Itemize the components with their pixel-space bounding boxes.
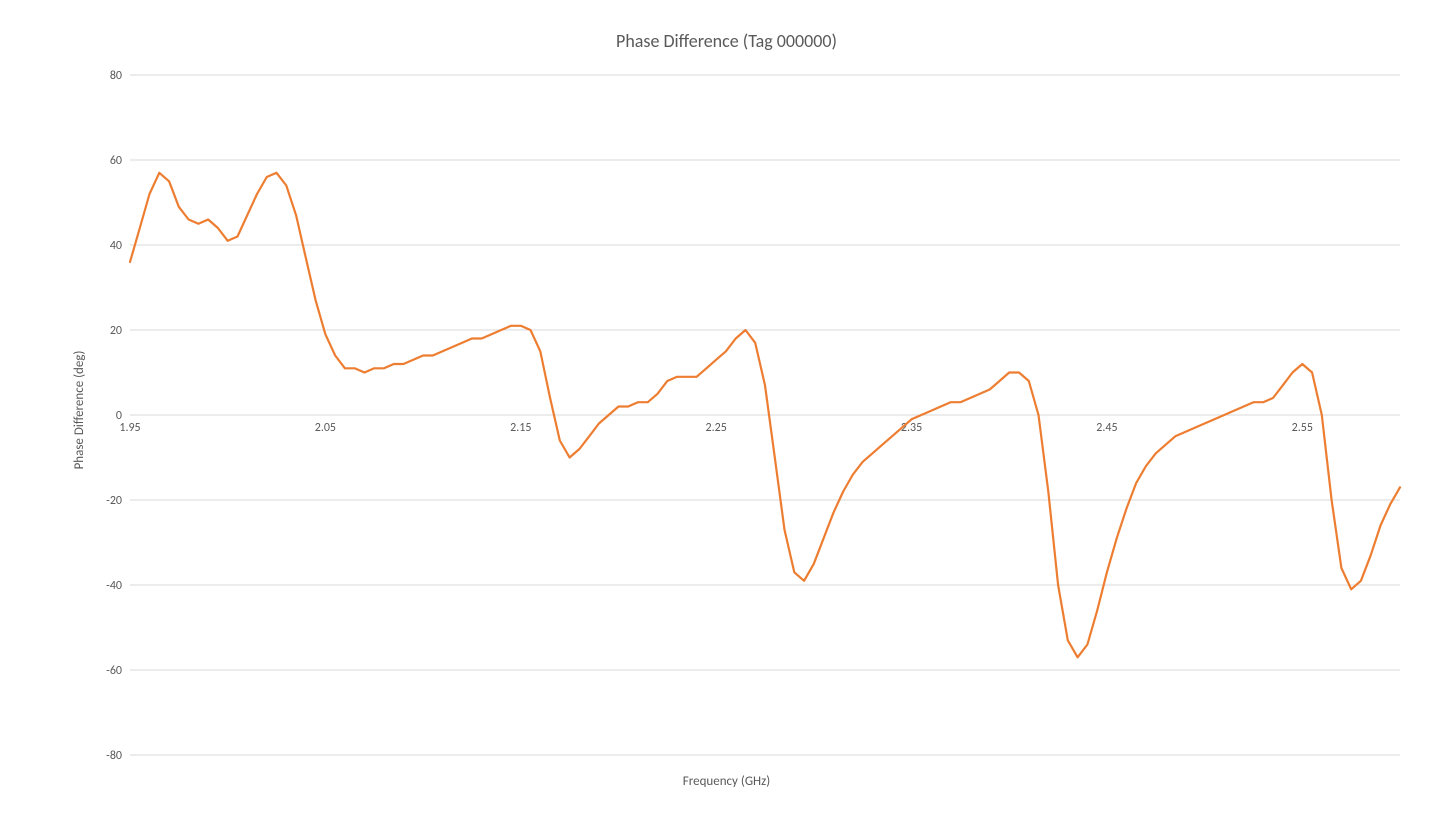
x-tick-label: 2.15 (510, 421, 531, 435)
x-tick-label: 2.55 (1292, 421, 1313, 435)
x-tick-label: 2.35 (901, 421, 922, 435)
y-tick-label: -60 (106, 664, 122, 678)
chart-container: Phase Difference (Tag 000000) Phase Diff… (0, 0, 1453, 819)
y-tick-label: 80 (110, 69, 122, 83)
x-tick-label: 2.05 (315, 421, 336, 435)
y-tick-label: 60 (110, 154, 122, 168)
x-tick-label: 2.25 (706, 421, 727, 435)
y-tick-label: 40 (110, 239, 122, 253)
x-tick-label: 2.45 (1096, 421, 1117, 435)
y-tick-label: -40 (106, 579, 122, 593)
x-tick-label: 1.95 (119, 421, 140, 435)
y-tick-label: -20 (106, 494, 122, 508)
chart-svg: -80-60-40-200204060801.952.052.152.252.3… (0, 0, 1453, 819)
y-tick-label: 20 (110, 324, 122, 338)
y-tick-label: -80 (106, 749, 122, 763)
